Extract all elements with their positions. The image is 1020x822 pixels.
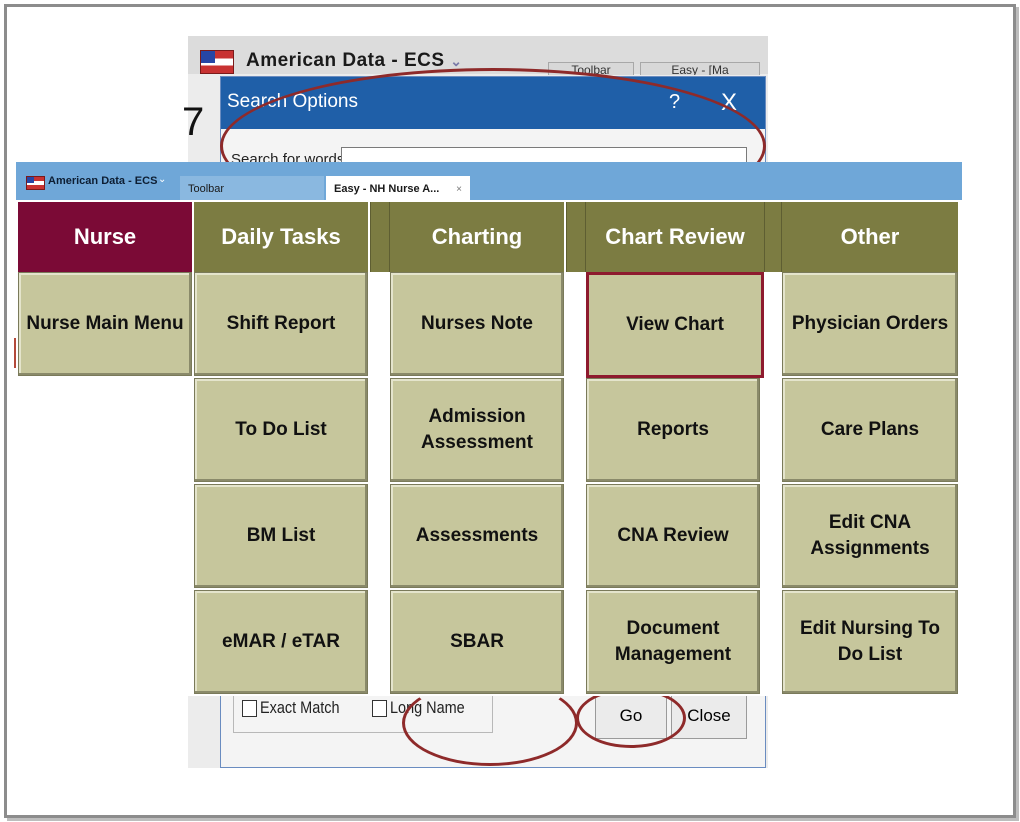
flag-logo-icon (200, 50, 234, 74)
nurse-main-menu-button[interactable]: Nurse Main Menu (18, 272, 192, 376)
tab-label: Toolbar (188, 183, 225, 195)
header-daily-tasks[interactable]: Daily Tasks (194, 202, 368, 272)
view-chart-button[interactable]: View Chart (586, 272, 764, 378)
header-spacer (566, 202, 586, 272)
app-title: American Data - ECS (48, 175, 158, 187)
header-charting[interactable]: Charting (390, 202, 564, 272)
flag-logo-icon (26, 176, 45, 190)
reports-button[interactable]: Reports (586, 378, 760, 482)
emar-etar-button[interactable]: eMAR / eTAR (194, 590, 368, 694)
tab-toolbar[interactable]: Toolbar (180, 176, 324, 200)
tab-bar: American Data - ECS ⌄ Toolbar Easy - NH … (16, 162, 962, 200)
admission-assessment-button[interactable]: Admission Assessment (390, 378, 564, 482)
nurse-app-window: American Data - ECS ⌄ Toolbar Easy - NH … (16, 162, 962, 696)
long-name-checkbox[interactable] (372, 700, 387, 717)
header-spacer (764, 202, 782, 272)
tab-easy-nurse[interactable]: Easy - NH Nurse A... × (326, 176, 470, 200)
nurses-note-button[interactable]: Nurses Note (390, 272, 564, 376)
shift-report-button[interactable]: Shift Report (194, 272, 368, 376)
edit-cna-assignments-button[interactable]: Edit CNA Assignments (782, 484, 958, 588)
exact-match-label: Exact Match (260, 698, 340, 717)
chevron-down-icon[interactable]: ⌄ (158, 174, 166, 185)
header-other[interactable]: Other (782, 202, 958, 272)
to-do-list-button[interactable]: To Do List (194, 378, 368, 482)
sbar-button[interactable]: SBAR (390, 590, 564, 694)
physician-orders-button[interactable]: Physician Orders (782, 272, 958, 376)
assessments-button[interactable]: Assessments (390, 484, 564, 588)
step-number: 7 (182, 100, 205, 144)
header-spacer (370, 202, 390, 272)
header-nurse[interactable]: Nurse (18, 202, 192, 272)
edit-nursing-to-do-list-button[interactable]: Edit Nursing To Do List (782, 590, 958, 694)
document-management-button[interactable]: Document Management (586, 590, 760, 694)
annotation-oval-go (576, 688, 686, 748)
exact-match-checkbox[interactable] (242, 700, 257, 717)
header-chart-review[interactable]: Chart Review (586, 202, 764, 272)
background-app-title: American Data - ECS ⌄ (246, 50, 463, 71)
close-tab-icon[interactable]: × (456, 184, 462, 195)
bm-list-button[interactable]: BM List (194, 484, 368, 588)
chevron-down-icon[interactable]: ⌄ (450, 53, 462, 69)
background-tab-easy[interactable]: Easy - [Ma (640, 62, 760, 75)
cna-review-button[interactable]: CNA Review (586, 484, 760, 588)
care-plans-button[interactable]: Care Plans (782, 378, 958, 482)
tab-label: Easy - NH Nurse A... (334, 183, 440, 195)
